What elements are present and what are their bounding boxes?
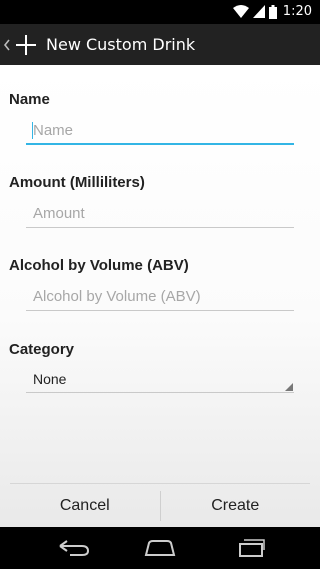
amount-input[interactable] (26, 200, 294, 228)
up-caret-icon[interactable] (3, 37, 11, 53)
home-icon[interactable] (140, 537, 180, 559)
cancel-button[interactable]: Cancel (10, 484, 160, 528)
name-input[interactable] (26, 117, 294, 145)
button-bar: Cancel Create (10, 483, 310, 528)
recents-icon[interactable] (230, 537, 270, 559)
back-icon[interactable] (52, 537, 92, 559)
status-icons: 1:20 (232, 4, 312, 19)
amount-label: Amount (Milliliters) (9, 174, 145, 191)
dropdown-arrow-icon (285, 383, 293, 391)
category-label: Category (9, 341, 75, 358)
navigation-bar (0, 527, 320, 569)
text-cursor (32, 122, 33, 139)
category-selected-value: None (33, 371, 67, 387)
create-button[interactable]: Create (161, 484, 311, 528)
status-bar: 1:20 (0, 0, 320, 24)
signal-icon (252, 5, 265, 18)
abv-input[interactable] (26, 283, 294, 311)
abv-label: Alcohol by Volume (ABV) (9, 257, 189, 274)
name-label: Name (9, 91, 50, 108)
action-bar: New Custom Drink (0, 24, 320, 65)
plus-icon[interactable] (15, 34, 37, 56)
wifi-icon (232, 5, 249, 18)
page-title: New Custom Drink (46, 35, 196, 54)
clock: 1:20 (282, 4, 312, 19)
battery-icon (268, 4, 277, 19)
category-spinner[interactable]: None (26, 366, 294, 393)
